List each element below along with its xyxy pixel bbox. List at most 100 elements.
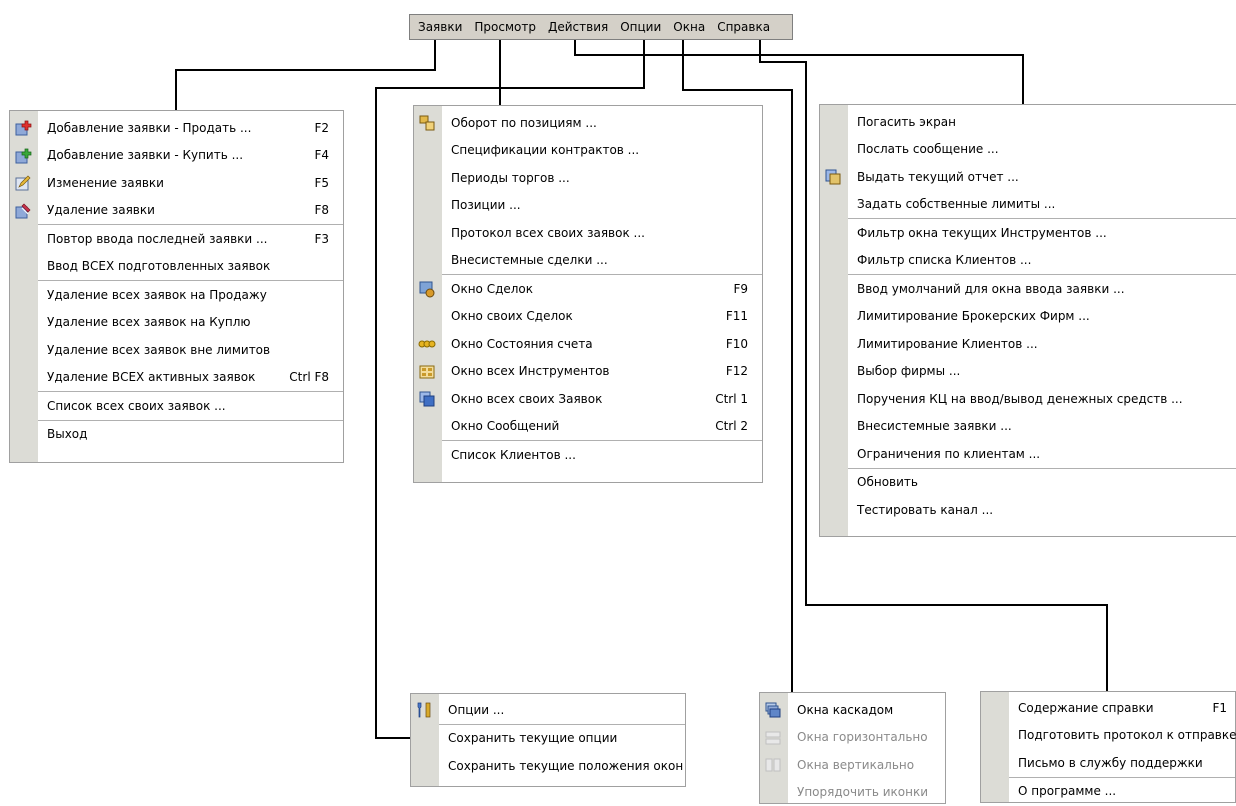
menu-item-label: Удаление всех заявок на Куплю bbox=[47, 315, 251, 329]
menu-item-current-report[interactable]: Выдать текущий отчет ... bbox=[820, 163, 1236, 191]
menu-item-add-sell[interactable]: Добавление заявки - Продать ... F2 bbox=[10, 114, 343, 142]
menu-item-shortcut: F8 bbox=[314, 203, 329, 217]
menu-item-shortcut: F4 bbox=[314, 148, 329, 162]
menu-item-account-state-window[interactable]: Окно Состояния счета F10 bbox=[414, 330, 762, 358]
menu-zayavki: Добавление заявки - Продать ... F2 Добав… bbox=[9, 110, 344, 463]
menu-item-label: Подготовить протокол к отправке bbox=[1018, 728, 1236, 742]
menu-item-label: Выбор фирмы ... bbox=[857, 364, 960, 378]
menu-item-label: Повтор ввода последней заявки ... bbox=[47, 232, 267, 246]
menu-item-options[interactable]: Опции ... bbox=[411, 696, 685, 724]
menu-item-shortcut: F12 bbox=[726, 364, 748, 378]
add-sell-icon bbox=[14, 119, 32, 137]
menu-item-order-defaults[interactable]: Ввод умолчаний для окна ввода заявки ... bbox=[820, 275, 1236, 303]
menu-item-label: Послать сообщение ... bbox=[857, 142, 999, 156]
menu-item-help-contents[interactable]: Содержание справки F1 bbox=[981, 694, 1235, 722]
menu-item-label: Фильтр окна текущих Инструментов ... bbox=[857, 226, 1107, 240]
menubar-optsii[interactable]: Опции bbox=[614, 15, 667, 39]
menubar-spravka[interactable]: Справка bbox=[711, 15, 776, 39]
menu-item-label: Удаление заявки bbox=[47, 203, 155, 217]
menu-item-label: Упорядочить иконки bbox=[797, 785, 928, 799]
menu-item-my-orders-list[interactable]: Список всех своих заявок ... bbox=[10, 392, 343, 420]
menu-item-contract-specs[interactable]: Спецификации контрактов ... bbox=[414, 137, 762, 165]
menu-item-enter-all-prepared[interactable]: Ввод ВСЕХ подготовленных заявок bbox=[10, 253, 343, 281]
menu-item-label: Задать собственные лимиты ... bbox=[857, 197, 1055, 211]
menu-item-label: Список всех своих заявок ... bbox=[47, 399, 226, 413]
menu-item-label: О программе ... bbox=[1018, 784, 1116, 798]
menu-item-my-deals-window[interactable]: Окно своих Сделок F11 bbox=[414, 303, 762, 331]
menu-item-messages-window[interactable]: Окно Сообщений Ctrl 2 bbox=[414, 413, 762, 441]
menu-item-delete-all-out-of-limits[interactable]: Удаление всех заявок вне лимитов bbox=[10, 336, 343, 364]
menu-item-save-options[interactable]: Сохранить текущие опции bbox=[411, 725, 685, 753]
menu-item-shortcut: Ctrl F8 bbox=[289, 370, 329, 384]
menu-item-label: Окно своих Сделок bbox=[451, 309, 573, 323]
menu-item-client-limits[interactable]: Лимитирование Клиентов ... bbox=[820, 330, 1236, 358]
menu-item-label: Окна горизонтально bbox=[797, 730, 928, 744]
menu-item-blank-screen[interactable]: Погасить экран bbox=[820, 108, 1236, 136]
menu-item-label: Письмо в службу поддержки bbox=[1018, 756, 1203, 770]
menu-item-clients-list[interactable]: Список Клиентов ... bbox=[414, 441, 762, 469]
menu-item-cascade[interactable]: Окна каскадом bbox=[760, 696, 945, 724]
menu-item-shortcut: F11 bbox=[726, 309, 748, 323]
menu-item-select-firm[interactable]: Выбор фирмы ... bbox=[820, 358, 1236, 386]
menu-item-label: Сохранить текущие опции bbox=[448, 731, 617, 745]
add-buy-icon bbox=[14, 147, 32, 165]
menu-item-funds-orders[interactable]: Поручения КЦ на ввод/вывод денежных сред… bbox=[820, 385, 1236, 413]
menu-item-client-restrictions[interactable]: Ограничения по клиентам ... bbox=[820, 440, 1236, 468]
menu-item-clients-filter[interactable]: Фильтр списка Клиентов ... bbox=[820, 247, 1236, 275]
menu-item-add-buy[interactable]: Добавление заявки - Купить ... F4 bbox=[10, 142, 343, 170]
menu-item-orders-protocol[interactable]: Протокол всех своих заявок ... bbox=[414, 219, 762, 247]
menu-item-test-channel[interactable]: Тестировать канал ... bbox=[820, 496, 1236, 524]
menu-item-delete-order[interactable]: Удаление заявки F8 bbox=[10, 197, 343, 225]
edit-icon bbox=[14, 174, 32, 192]
menubar-okna[interactable]: Окна bbox=[667, 15, 711, 39]
menubar-deystviya[interactable]: Действия bbox=[542, 15, 614, 39]
menu-item-edit-order[interactable]: Изменение заявки F5 bbox=[10, 169, 343, 197]
menu-deystviya: Погасить экран Послать сообщение ... Выд… bbox=[819, 104, 1236, 537]
menu-item-label: Ввод умолчаний для окна ввода заявки ... bbox=[857, 282, 1125, 296]
menu-item-shortcut: F5 bbox=[314, 176, 329, 190]
menu-item-off-system-orders[interactable]: Внесистемные заявки ... bbox=[820, 413, 1236, 441]
menu-item-prepare-protocol[interactable]: Подготовить протокол к отправке bbox=[981, 722, 1235, 750]
menu-item-repeat-last[interactable]: Повтор ввода последней заявки ... F3 bbox=[10, 225, 343, 253]
menu-item-send-message[interactable]: Послать сообщение ... bbox=[820, 136, 1236, 164]
menu-item-instruments-filter[interactable]: Фильтр окна текущих Инструментов ... bbox=[820, 219, 1236, 247]
coins-icon bbox=[418, 335, 436, 353]
menu-item-broker-limits[interactable]: Лимитирование Брокерских Фирм ... bbox=[820, 303, 1236, 331]
menu-item-label: Лимитирование Брокерских Фирм ... bbox=[857, 309, 1090, 323]
menu-item-turnover[interactable]: Оборот по позициям ... bbox=[414, 109, 762, 137]
cascade-icon bbox=[764, 701, 782, 719]
delete-icon bbox=[14, 202, 32, 220]
menu-item-exit[interactable]: Выход bbox=[10, 421, 343, 449]
menu-item-label: Окно Сообщений bbox=[451, 419, 559, 433]
menu-item-shortcut: F9 bbox=[733, 282, 748, 296]
menu-item-delete-all-active[interactable]: Удаление ВСЕХ активных заявок Ctrl F8 bbox=[10, 364, 343, 392]
menu-item-my-orders-window[interactable]: Окно всех своих Заявок Ctrl 1 bbox=[414, 385, 762, 413]
connector-deystviya bbox=[575, 40, 1023, 104]
menu-item-tile-horizontal[interactable]: Окна горизонтально bbox=[760, 724, 945, 752]
menu-item-deals-window[interactable]: Окно Сделок F9 bbox=[414, 275, 762, 303]
menu-item-delete-all-sell[interactable]: Удаление всех заявок на Продажу bbox=[10, 281, 343, 309]
menu-item-own-limits[interactable]: Задать собственные лимиты ... bbox=[820, 191, 1236, 219]
menu-item-refresh[interactable]: Обновить bbox=[820, 469, 1236, 497]
deals-icon bbox=[418, 280, 436, 298]
menu-item-label: Удаление всех заявок вне лимитов bbox=[47, 343, 270, 357]
menu-item-label: Окно всех своих Заявок bbox=[451, 392, 602, 406]
menu-item-trading-periods[interactable]: Периоды торгов ... bbox=[414, 164, 762, 192]
menu-item-label: Список Клиентов ... bbox=[451, 448, 576, 462]
menu-item-delete-all-buy[interactable]: Удаление всех заявок на Куплю bbox=[10, 309, 343, 337]
menu-item-instruments-window[interactable]: Окно всех Инструментов F12 bbox=[414, 358, 762, 386]
menu-item-label: Периоды торгов ... bbox=[451, 171, 570, 185]
menu-item-label: Обновить bbox=[857, 475, 918, 489]
menubar-zayavki[interactable]: Заявки bbox=[412, 15, 468, 39]
menu-item-label: Внесистемные заявки ... bbox=[857, 419, 1012, 433]
menu-item-support-letter[interactable]: Письмо в службу поддержки bbox=[981, 749, 1235, 777]
menu-item-tile-vertical[interactable]: Окна вертикально bbox=[760, 751, 945, 779]
menu-item-save-window-positions[interactable]: Сохранить текущие положения окон bbox=[411, 752, 685, 780]
menu-item-label: Добавление заявки - Продать ... bbox=[47, 121, 251, 135]
menu-item-arrange-icons[interactable]: Упорядочить иконки bbox=[760, 779, 945, 806]
menu-item-label: Ограничения по клиентам ... bbox=[857, 447, 1040, 461]
menubar-prosmotr[interactable]: Просмотр bbox=[468, 15, 542, 39]
menu-item-label: Окна вертикально bbox=[797, 758, 914, 772]
menu-item-positions[interactable]: Позиции ... bbox=[414, 192, 762, 220]
menu-item-off-system-deals[interactable]: Внесистемные сделки ... bbox=[414, 247, 762, 275]
